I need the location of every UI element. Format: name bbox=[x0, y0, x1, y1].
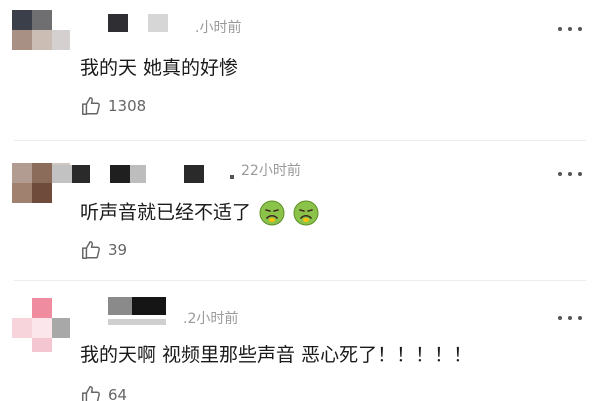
like-count: 64 bbox=[108, 386, 128, 401]
more-dots-icon[interactable] bbox=[558, 26, 582, 32]
thumbs-up-icon bbox=[82, 386, 100, 401]
comment-time: 22小时前 bbox=[241, 163, 301, 179]
like-count: 39 bbox=[108, 241, 128, 259]
comment-item: 22小时前 听声音就已经不适了 39 bbox=[0, 141, 600, 280]
username-redacted[interactable] bbox=[108, 297, 178, 327]
thumbs-up-icon bbox=[82, 97, 100, 115]
avatar[interactable] bbox=[12, 10, 70, 50]
comment-text: 我的天 她真的好惨 bbox=[80, 57, 239, 79]
comment-item: .小时前 我的天 她真的好惨 1308 bbox=[0, 0, 600, 140]
like-count: 1308 bbox=[108, 97, 147, 115]
username-redacted[interactable] bbox=[52, 165, 238, 185]
username-redacted[interactable] bbox=[108, 14, 188, 34]
comment-time: .2小时前 bbox=[183, 311, 239, 327]
comment-time: .小时前 bbox=[195, 20, 242, 36]
like-button[interactable]: 39 bbox=[80, 239, 127, 261]
nauseated-face-icon bbox=[293, 200, 319, 226]
comment-text-content: 听声音就已经不适了 bbox=[80, 201, 252, 224]
avatar[interactable] bbox=[12, 298, 70, 352]
like-button[interactable]: 64 bbox=[80, 384, 127, 401]
comment-list: .小时前 我的天 她真的好惨 1308 22小时前 听声音就已经不适了 39 .… bbox=[0, 0, 600, 401]
comment-text: 我的天啊 视频里那些声音 恶心死了！！！！！ bbox=[80, 344, 473, 366]
thumbs-up-icon bbox=[82, 241, 100, 259]
comment-item: .2小时前 我的天啊 视频里那些声音 恶心死了！！！！！ 64 bbox=[0, 281, 600, 401]
nauseated-face-icon bbox=[259, 200, 285, 226]
more-dots-icon[interactable] bbox=[558, 315, 582, 321]
more-dots-icon[interactable] bbox=[558, 171, 582, 177]
like-button[interactable]: 1308 bbox=[80, 95, 146, 117]
comment-text: 听声音就已经不适了 bbox=[80, 200, 319, 226]
